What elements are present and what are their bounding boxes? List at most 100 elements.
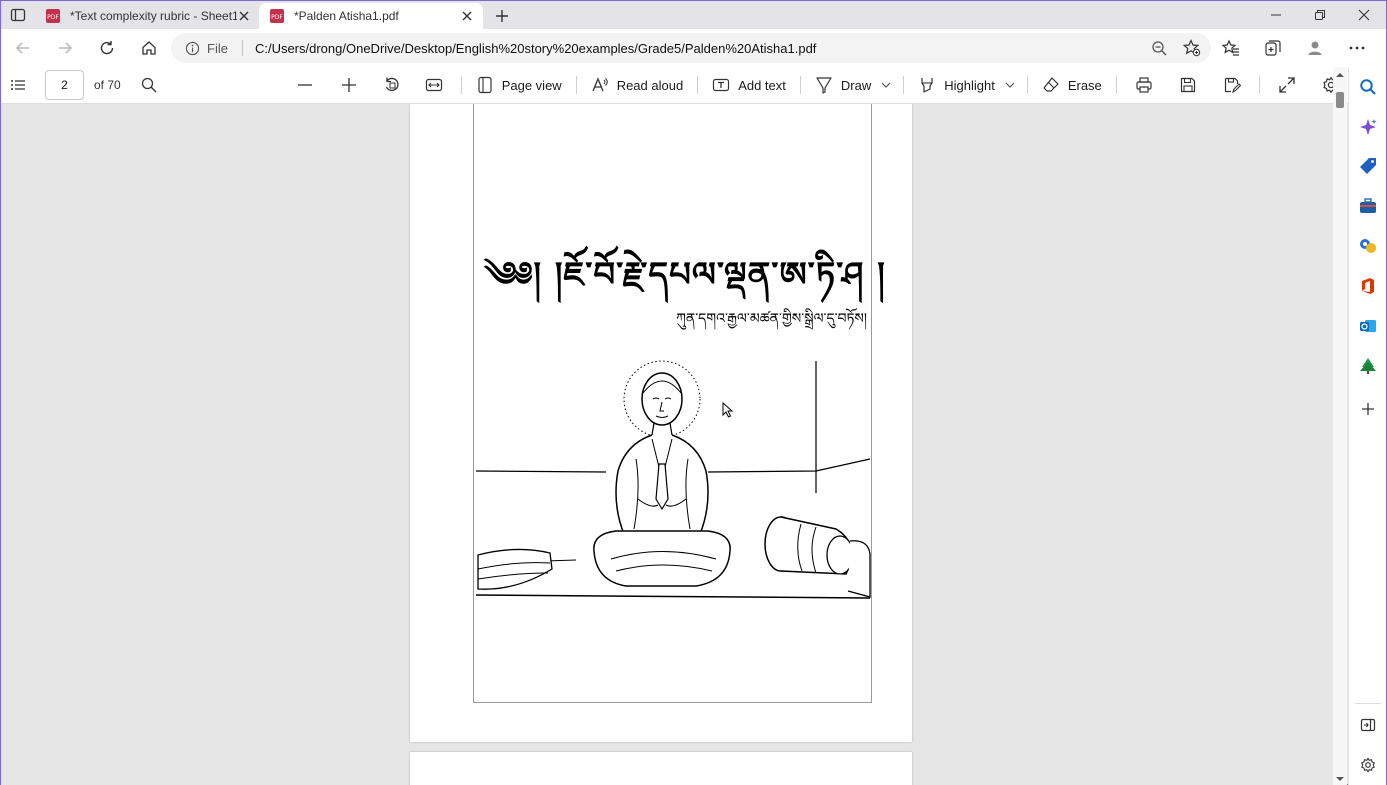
highlight-options-dropdown[interactable]: [1001, 70, 1019, 100]
tools-briefcase-icon: [1360, 198, 1376, 213]
read-aloud-button[interactable]: Read aloud: [585, 70, 690, 100]
printer-icon: [1136, 77, 1152, 93]
sidebar-games-button[interactable]: [1358, 236, 1378, 256]
draw-options-dropdown[interactable]: [877, 70, 895, 100]
refresh-button[interactable]: [87, 32, 127, 64]
window-controls: [1254, 1, 1386, 29]
office-icon: [1362, 278, 1374, 294]
pdf-page-next: [410, 752, 912, 785]
page-view-button[interactable]: Page view: [470, 70, 568, 100]
sidebar-settings-button[interactable]: [1358, 755, 1378, 775]
close-window-button[interactable]: [1342, 1, 1386, 29]
scroll-down-arrow-icon[interactable]: [1335, 775, 1345, 783]
tab-palden-atisha[interactable]: PDF *Palden Atisha1.pdf: [259, 3, 483, 29]
save-as-icon: [1224, 77, 1241, 94]
save-button[interactable]: [1173, 70, 1203, 100]
pdf-file-icon: PDF: [46, 9, 60, 23]
erase-button[interactable]: Erase: [1036, 70, 1108, 100]
rotate-button[interactable]: [377, 70, 407, 100]
plus-icon: [496, 10, 508, 22]
pdf-viewer[interactable]: ༄༅། །ཇོ་བོ་རྗེ་དཔལ་ལྡན་ཨ་ཏི་ཤ ། ཀུན་དགའ་…: [1, 104, 1333, 785]
back-button[interactable]: [3, 32, 43, 64]
tibetan-subtitle: ཀུན་དགའ་རྒྱལ་མཚན་གྱིས་སྒྲིལ་དུ་བཏོས།: [676, 311, 867, 327]
sidebar-tools-button[interactable]: [1358, 196, 1378, 216]
copilot-icon: [1360, 119, 1377, 135]
url-text[interactable]: C:/Users/drong/OneDrive/Desktop/English%…: [255, 41, 816, 56]
monk-meditating-illustration: [476, 360, 871, 599]
close-icon: [1358, 9, 1370, 21]
minimize-button[interactable]: [1254, 1, 1298, 29]
mouse-cursor-icon: [722, 402, 734, 418]
sidebar-outlook-button[interactable]: [1358, 316, 1378, 336]
navigation-bar: File C:/Users/drong/OneDrive/Desktop/Eng…: [1, 29, 1386, 67]
restore-icon: [1315, 10, 1325, 20]
games-icon: [1360, 239, 1376, 253]
home-button[interactable]: [129, 32, 169, 64]
sidebar-add-button[interactable]: [1358, 399, 1378, 419]
add-favorite-button[interactable]: [1183, 39, 1201, 57]
shopping-tag-icon: [1360, 158, 1376, 174]
collections-button[interactable]: [1252, 32, 1294, 64]
zoom-out-button[interactable]: [291, 70, 319, 100]
sidebar-office-button[interactable]: [1358, 276, 1378, 296]
scroll-up-arrow-icon[interactable]: [1335, 71, 1345, 79]
svg-text:PDF: PDF: [271, 14, 283, 21]
full-screen-button[interactable]: [1272, 70, 1302, 100]
star-add-icon: [1183, 39, 1201, 57]
scrollbar-thumb[interactable]: [1336, 92, 1344, 108]
hide-sidebar-icon: [1360, 718, 1376, 732]
hide-sidebar-button[interactable]: [1358, 715, 1378, 735]
address-bar[interactable]: File C:/Users/drong/OneDrive/Desktop/Eng…: [171, 33, 1211, 63]
close-tab-button[interactable]: [459, 8, 475, 24]
tab-text-complexity-rubric[interactable]: PDF *Text complexity rubric - Sheet1.pdf: [35, 3, 259, 29]
page-total-label: of 70: [94, 78, 121, 92]
eraser-icon: [1043, 77, 1059, 92]
print-button[interactable]: [1129, 70, 1159, 100]
read-aloud-icon: [592, 77, 608, 92]
info-icon: [185, 41, 200, 55]
chevron-down-icon: [881, 82, 891, 88]
table-of-contents-button[interactable]: [3, 70, 33, 100]
erase-label: Erase: [1067, 77, 1102, 93]
fit-to-width-button[interactable]: [419, 70, 449, 100]
pdf-toolbar: 2 of 70 Page view Read aloud Add text Dr…: [1, 67, 1348, 104]
sidebar-shopping-button[interactable]: [1358, 156, 1378, 176]
sidebar-drop-button[interactable]: [1358, 356, 1378, 376]
vertical-scrollbar[interactable]: [1333, 67, 1347, 785]
read-aloud-label: Read aloud: [616, 77, 684, 93]
tab-title: *Text complexity rubric - Sheet1.pdf: [70, 9, 237, 23]
forward-button[interactable]: [45, 32, 85, 64]
zoom-in-button[interactable]: [335, 70, 363, 100]
page-view-label: Page view: [501, 77, 562, 93]
save-as-button[interactable]: [1217, 70, 1247, 100]
new-tab-button[interactable]: [487, 3, 517, 29]
sidebar-search-button[interactable]: [1358, 77, 1378, 97]
zoom-button[interactable]: [1151, 40, 1167, 56]
settings-and-more-button[interactable]: [1336, 32, 1378, 64]
site-info-button[interactable]: File: [185, 41, 228, 56]
tab-title: *Palden Atisha1.pdf: [294, 9, 399, 23]
save-icon: [1180, 77, 1195, 93]
zoom-out-icon: [1152, 41, 1167, 56]
draw-button[interactable]: Draw: [809, 70, 877, 100]
tab-actions-button[interactable]: [1, 1, 35, 29]
more-horizontal-icon: [1349, 46, 1365, 50]
page-number-input[interactable]: 2: [45, 70, 84, 100]
restore-button[interactable]: [1298, 1, 1342, 29]
find-button[interactable]: [135, 70, 163, 100]
profile-button[interactable]: [1294, 32, 1336, 64]
toolbar-divider: [903, 76, 905, 94]
close-icon: [239, 11, 249, 21]
toolbar-divider: [1115, 76, 1117, 94]
highlight-button[interactable]: Highlight: [912, 70, 1001, 100]
add-text-icon: [713, 78, 730, 92]
highlight-label: Highlight: [944, 77, 995, 93]
refresh-icon: [100, 41, 114, 55]
outlook-icon: [1360, 320, 1376, 332]
gear-icon: [1361, 757, 1375, 773]
favorites-button[interactable]: [1210, 32, 1252, 64]
add-text-button[interactable]: Add text: [706, 70, 792, 100]
sidebar-copilot-button[interactable]: [1358, 117, 1378, 137]
close-tab-button[interactable]: [237, 8, 251, 24]
sidebar-divider: [1355, 703, 1381, 704]
